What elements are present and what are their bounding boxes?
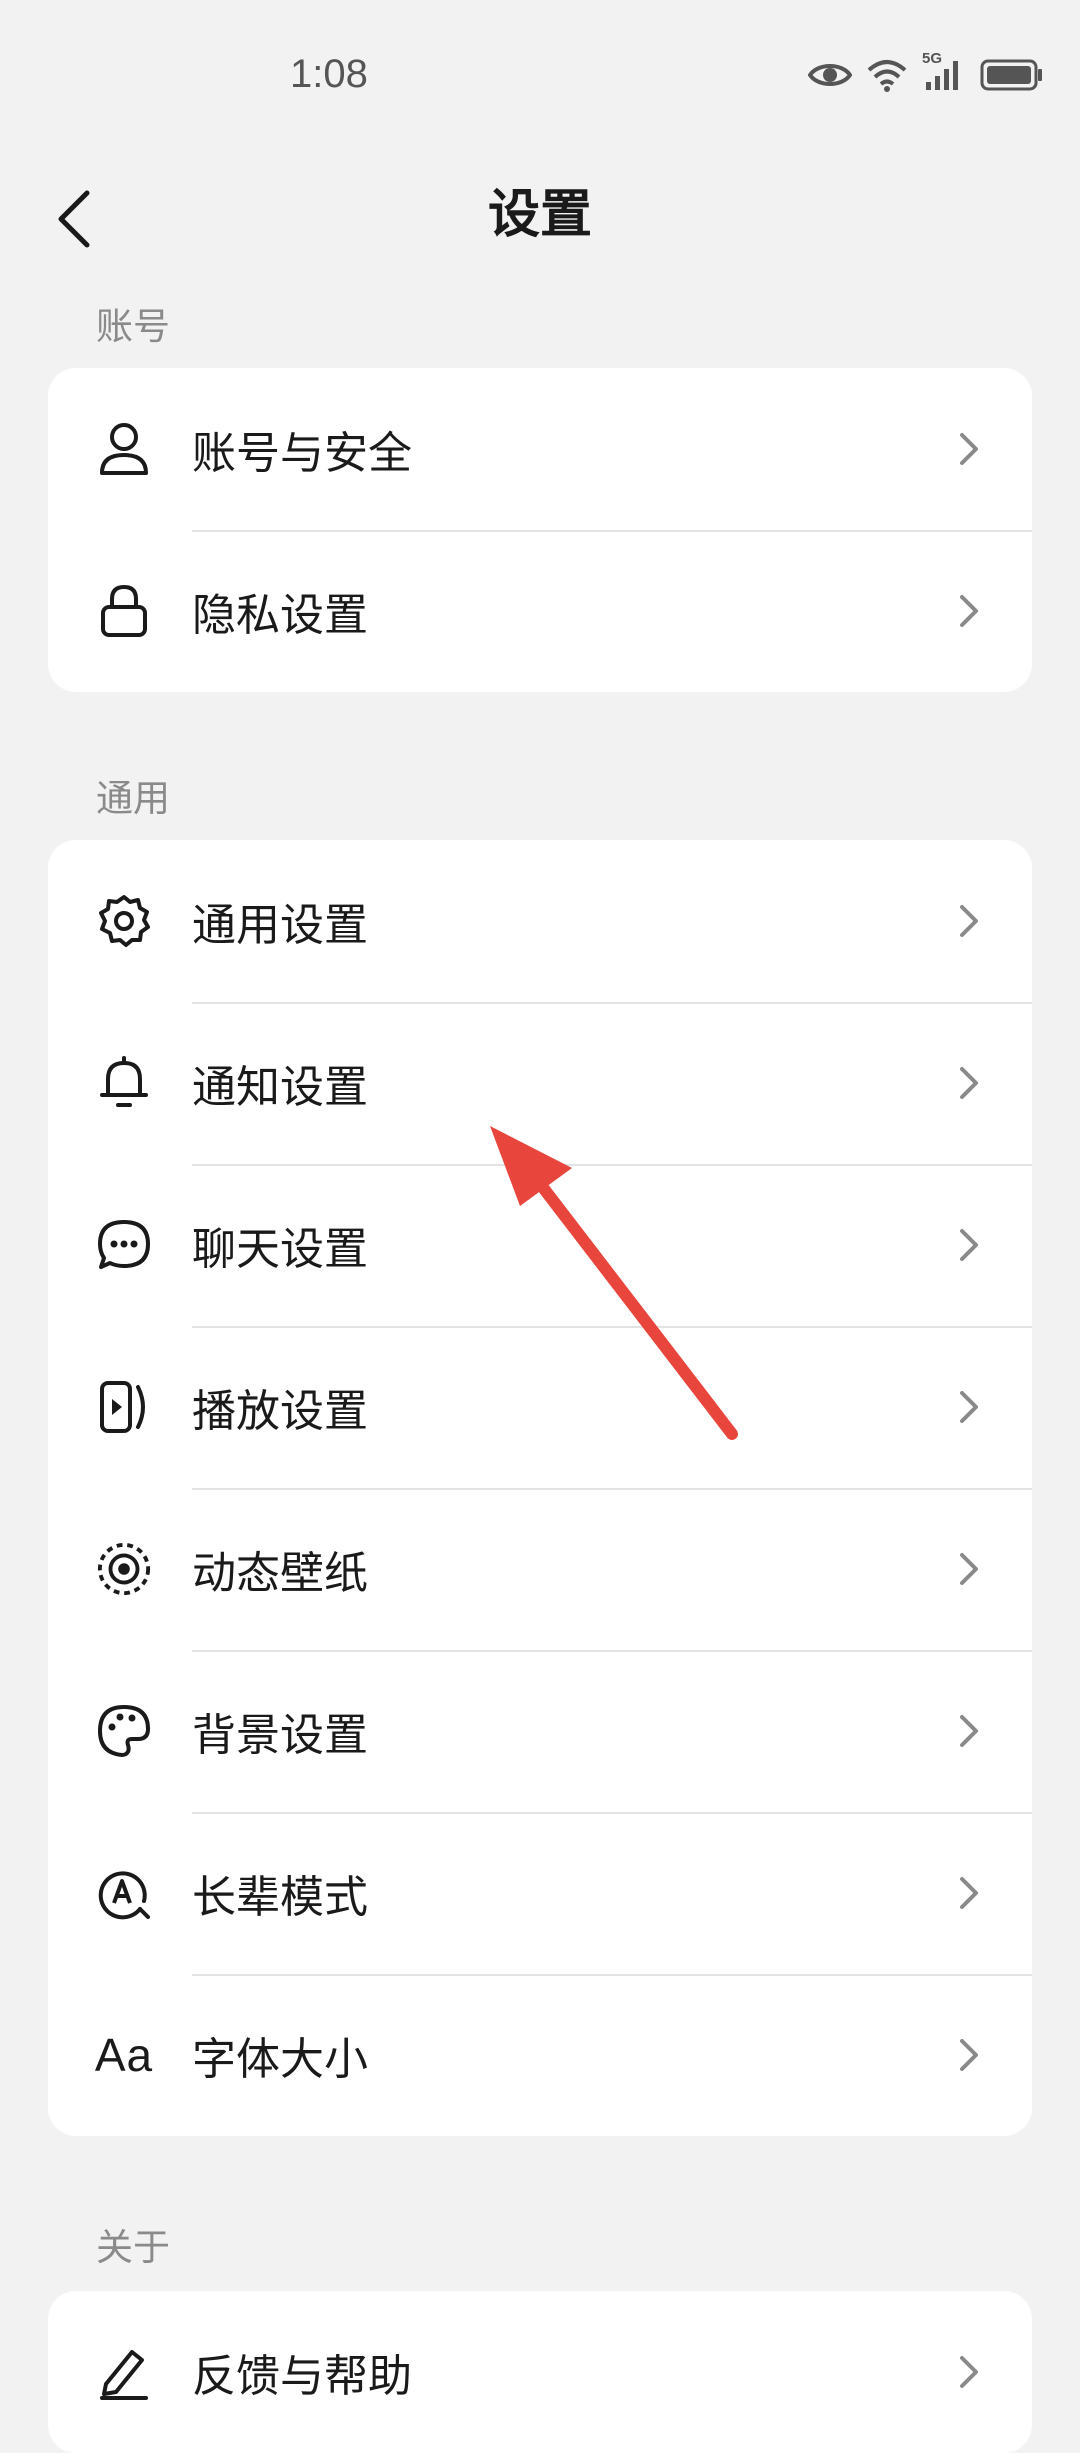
- bell-icon: [96, 1055, 152, 1111]
- network-type-label: 5G: [922, 50, 943, 67]
- font-size-icon: Aa: [94, 2027, 154, 2083]
- back-button[interactable]: [40, 184, 110, 254]
- chevron-right-icon: [960, 2356, 978, 2388]
- settings-item-playback[interactable]: 播放设置: [48, 1326, 1032, 1488]
- settings-item-label: 聊天设置: [192, 1224, 368, 1275]
- nav-bar: 设置: [0, 160, 1080, 280]
- settings-item-feedback-help[interactable]: 反馈与帮助: [48, 2291, 1032, 2453]
- person-icon: [96, 421, 152, 477]
- gear-icon: [96, 893, 152, 949]
- settings-item-label: 动态壁纸: [192, 1548, 368, 1599]
- settings-item-elder-mode[interactable]: 长辈模式: [48, 1812, 1032, 1974]
- font-size-icon-text: Aa: [94, 2029, 154, 2081]
- settings-item-label: 长辈模式: [192, 1872, 368, 1923]
- chevron-right-icon: [960, 905, 978, 937]
- play-icon: [96, 1379, 152, 1435]
- back-arrow-icon: [58, 190, 90, 248]
- cellular-signal-icon: 5G: [922, 50, 966, 92]
- pencil-icon: [96, 2344, 152, 2400]
- status-time: 1:08: [290, 52, 368, 96]
- settings-item-live-wallpaper[interactable]: 动态壁纸: [48, 1488, 1032, 1650]
- chevron-right-icon: [960, 1553, 978, 1585]
- settings-item-label: 播放设置: [192, 1386, 368, 1437]
- settings-item-label: 通知设置: [192, 1062, 368, 1113]
- chevron-right-icon: [960, 1229, 978, 1261]
- settings-item-label: 背景设置: [192, 1710, 368, 1761]
- chevron-right-icon: [960, 2039, 978, 2071]
- chevron-right-icon: [960, 595, 978, 627]
- about-card: 反馈与帮助: [48, 2291, 1032, 2453]
- settings-item-label: 隐私设置: [192, 590, 368, 641]
- section-label-general: 通用: [96, 777, 170, 820]
- settings-item-background[interactable]: 背景设置: [48, 1650, 1032, 1812]
- settings-item-font-size[interactable]: Aa 字体大小: [48, 1974, 1032, 2136]
- settings-item-notifications[interactable]: 通知设置: [48, 1002, 1032, 1164]
- battery-icon: [980, 58, 1044, 92]
- settings-item-privacy[interactable]: 隐私设置: [48, 530, 1032, 692]
- palette-icon: [96, 1703, 152, 1759]
- settings-item-general[interactable]: 通用设置: [48, 840, 1032, 1002]
- general-card: 通用设置 通知设置 聊天设置 播放设置 动态壁纸 背景设置 长辈模式 Aa 字体…: [48, 840, 1032, 2136]
- chat-bubble-icon: [96, 1217, 152, 1273]
- elder-mode-icon: [96, 1865, 152, 1921]
- lock-icon: [96, 583, 152, 639]
- settings-item-label: 字体大小: [192, 2034, 368, 2085]
- account-card: 账号与安全 隐私设置: [48, 368, 1032, 692]
- chevron-right-icon: [960, 1391, 978, 1423]
- wallpaper-icon: [96, 1541, 152, 1597]
- section-label-account: 账号: [96, 305, 170, 348]
- settings-item-chat[interactable]: 聊天设置: [48, 1164, 1032, 1326]
- settings-item-label: 反馈与帮助: [192, 2351, 412, 2402]
- chevron-right-icon: [960, 1877, 978, 1909]
- eye-icon: [808, 60, 852, 90]
- chevron-right-icon: [960, 1067, 978, 1099]
- chevron-right-icon: [960, 433, 978, 465]
- page-title: 设置: [487, 185, 592, 245]
- settings-item-account-security[interactable]: 账号与安全: [48, 368, 1032, 530]
- status-bar: 1:08 5G: [0, 0, 1080, 160]
- section-label-about: 关于: [96, 2226, 170, 2269]
- settings-item-label: 账号与安全: [192, 428, 412, 479]
- chevron-right-icon: [960, 1715, 978, 1747]
- status-icons: 5G: [808, 50, 1044, 92]
- wifi-icon: [866, 58, 908, 92]
- settings-item-label: 通用设置: [192, 900, 368, 951]
